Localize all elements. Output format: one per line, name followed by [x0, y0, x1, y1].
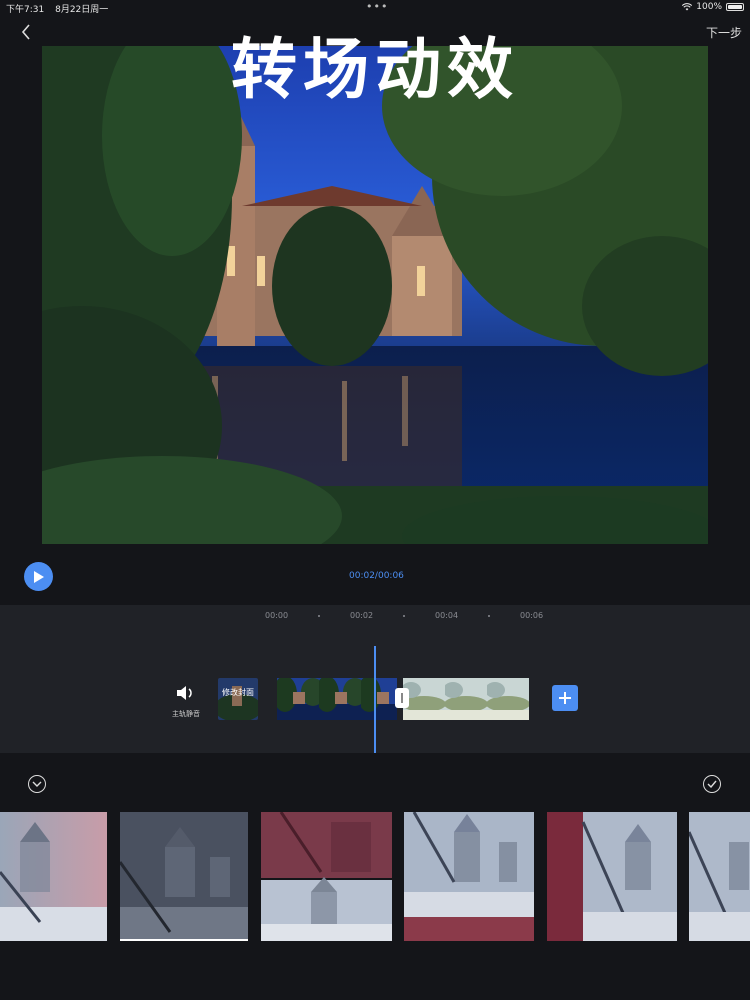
status-right: 100%: [682, 2, 744, 12]
transition-marker[interactable]: [395, 688, 409, 708]
clip-frame[interactable]: [319, 678, 361, 720]
ruler-tick: 00:04: [435, 611, 459, 620]
transition-preview: [261, 812, 392, 941]
wifi-icon: [682, 3, 693, 11]
transition-preview: [689, 812, 750, 941]
ruler-tick: 00:00: [265, 611, 289, 620]
transition-option-wipe[interactable]: [547, 812, 677, 941]
transition-option-zoom[interactable]: [689, 812, 750, 941]
ruler-tick: 00:06: [520, 611, 544, 620]
clip-frame[interactable]: [361, 678, 397, 720]
clip-frame[interactable]: [277, 678, 319, 720]
speaker-icon: [177, 686, 192, 700]
plus-icon: [559, 692, 571, 704]
multitask-dots-icon[interactable]: •••: [366, 0, 388, 13]
transition-option-dark[interactable]: [120, 812, 248, 941]
play-button[interactable]: [24, 562, 53, 591]
battery-percent: 100%: [696, 2, 722, 12]
check-icon: [707, 780, 717, 788]
status-date: 8月22日周一: [55, 5, 109, 15]
status-left: 下午7:31 8月22日周一: [6, 2, 116, 15]
timeline-area[interactable]: 00:00 00:02 00:04 00:06 主轨静音 修改封面: [0, 605, 750, 753]
transition-preview: [0, 812, 107, 941]
mute-label: 主轨静音: [172, 710, 200, 718]
edit-cover-button[interactable]: 修改封面: [218, 678, 258, 720]
preview-image: [42, 46, 708, 544]
play-icon: [33, 570, 44, 583]
cover-label: 修改封面: [222, 688, 254, 697]
status-bar: 下午7:31 8月22日周一 ••• 100%: [0, 0, 750, 15]
cover-image: [218, 678, 258, 720]
transition-effect-title: 转场动效: [231, 31, 519, 108]
main-track-mute-toggle[interactable]: 主轨静音: [168, 685, 204, 719]
collapse-panel-button[interactable]: [28, 775, 46, 793]
status-time: 下午7:31: [6, 5, 45, 15]
chevron-down-icon: [32, 781, 42, 787]
clip-frame[interactable]: [445, 678, 487, 720]
playback-time: 00:02/00:06: [349, 571, 404, 581]
transition-option-fade[interactable]: [0, 812, 107, 941]
transition-preview: [404, 812, 534, 941]
ruler-dot: [318, 615, 320, 617]
clip-frame[interactable]: [403, 678, 445, 720]
transition-preview: [547, 812, 677, 941]
video-preview[interactable]: [42, 46, 708, 544]
transition-option-slide-up[interactable]: [404, 812, 534, 941]
ruler-tick: 00:02: [350, 611, 374, 620]
clip-frame[interactable]: [487, 678, 529, 720]
add-clip-button[interactable]: [552, 685, 578, 711]
ruler-dot: [403, 615, 405, 617]
playhead[interactable]: [374, 646, 376, 753]
transition-option-split-horizontal[interactable]: [261, 812, 392, 941]
transition-preview: [120, 812, 248, 939]
confirm-button[interactable]: [703, 775, 721, 793]
ruler-dot: [488, 615, 490, 617]
battery-icon: [726, 3, 744, 11]
